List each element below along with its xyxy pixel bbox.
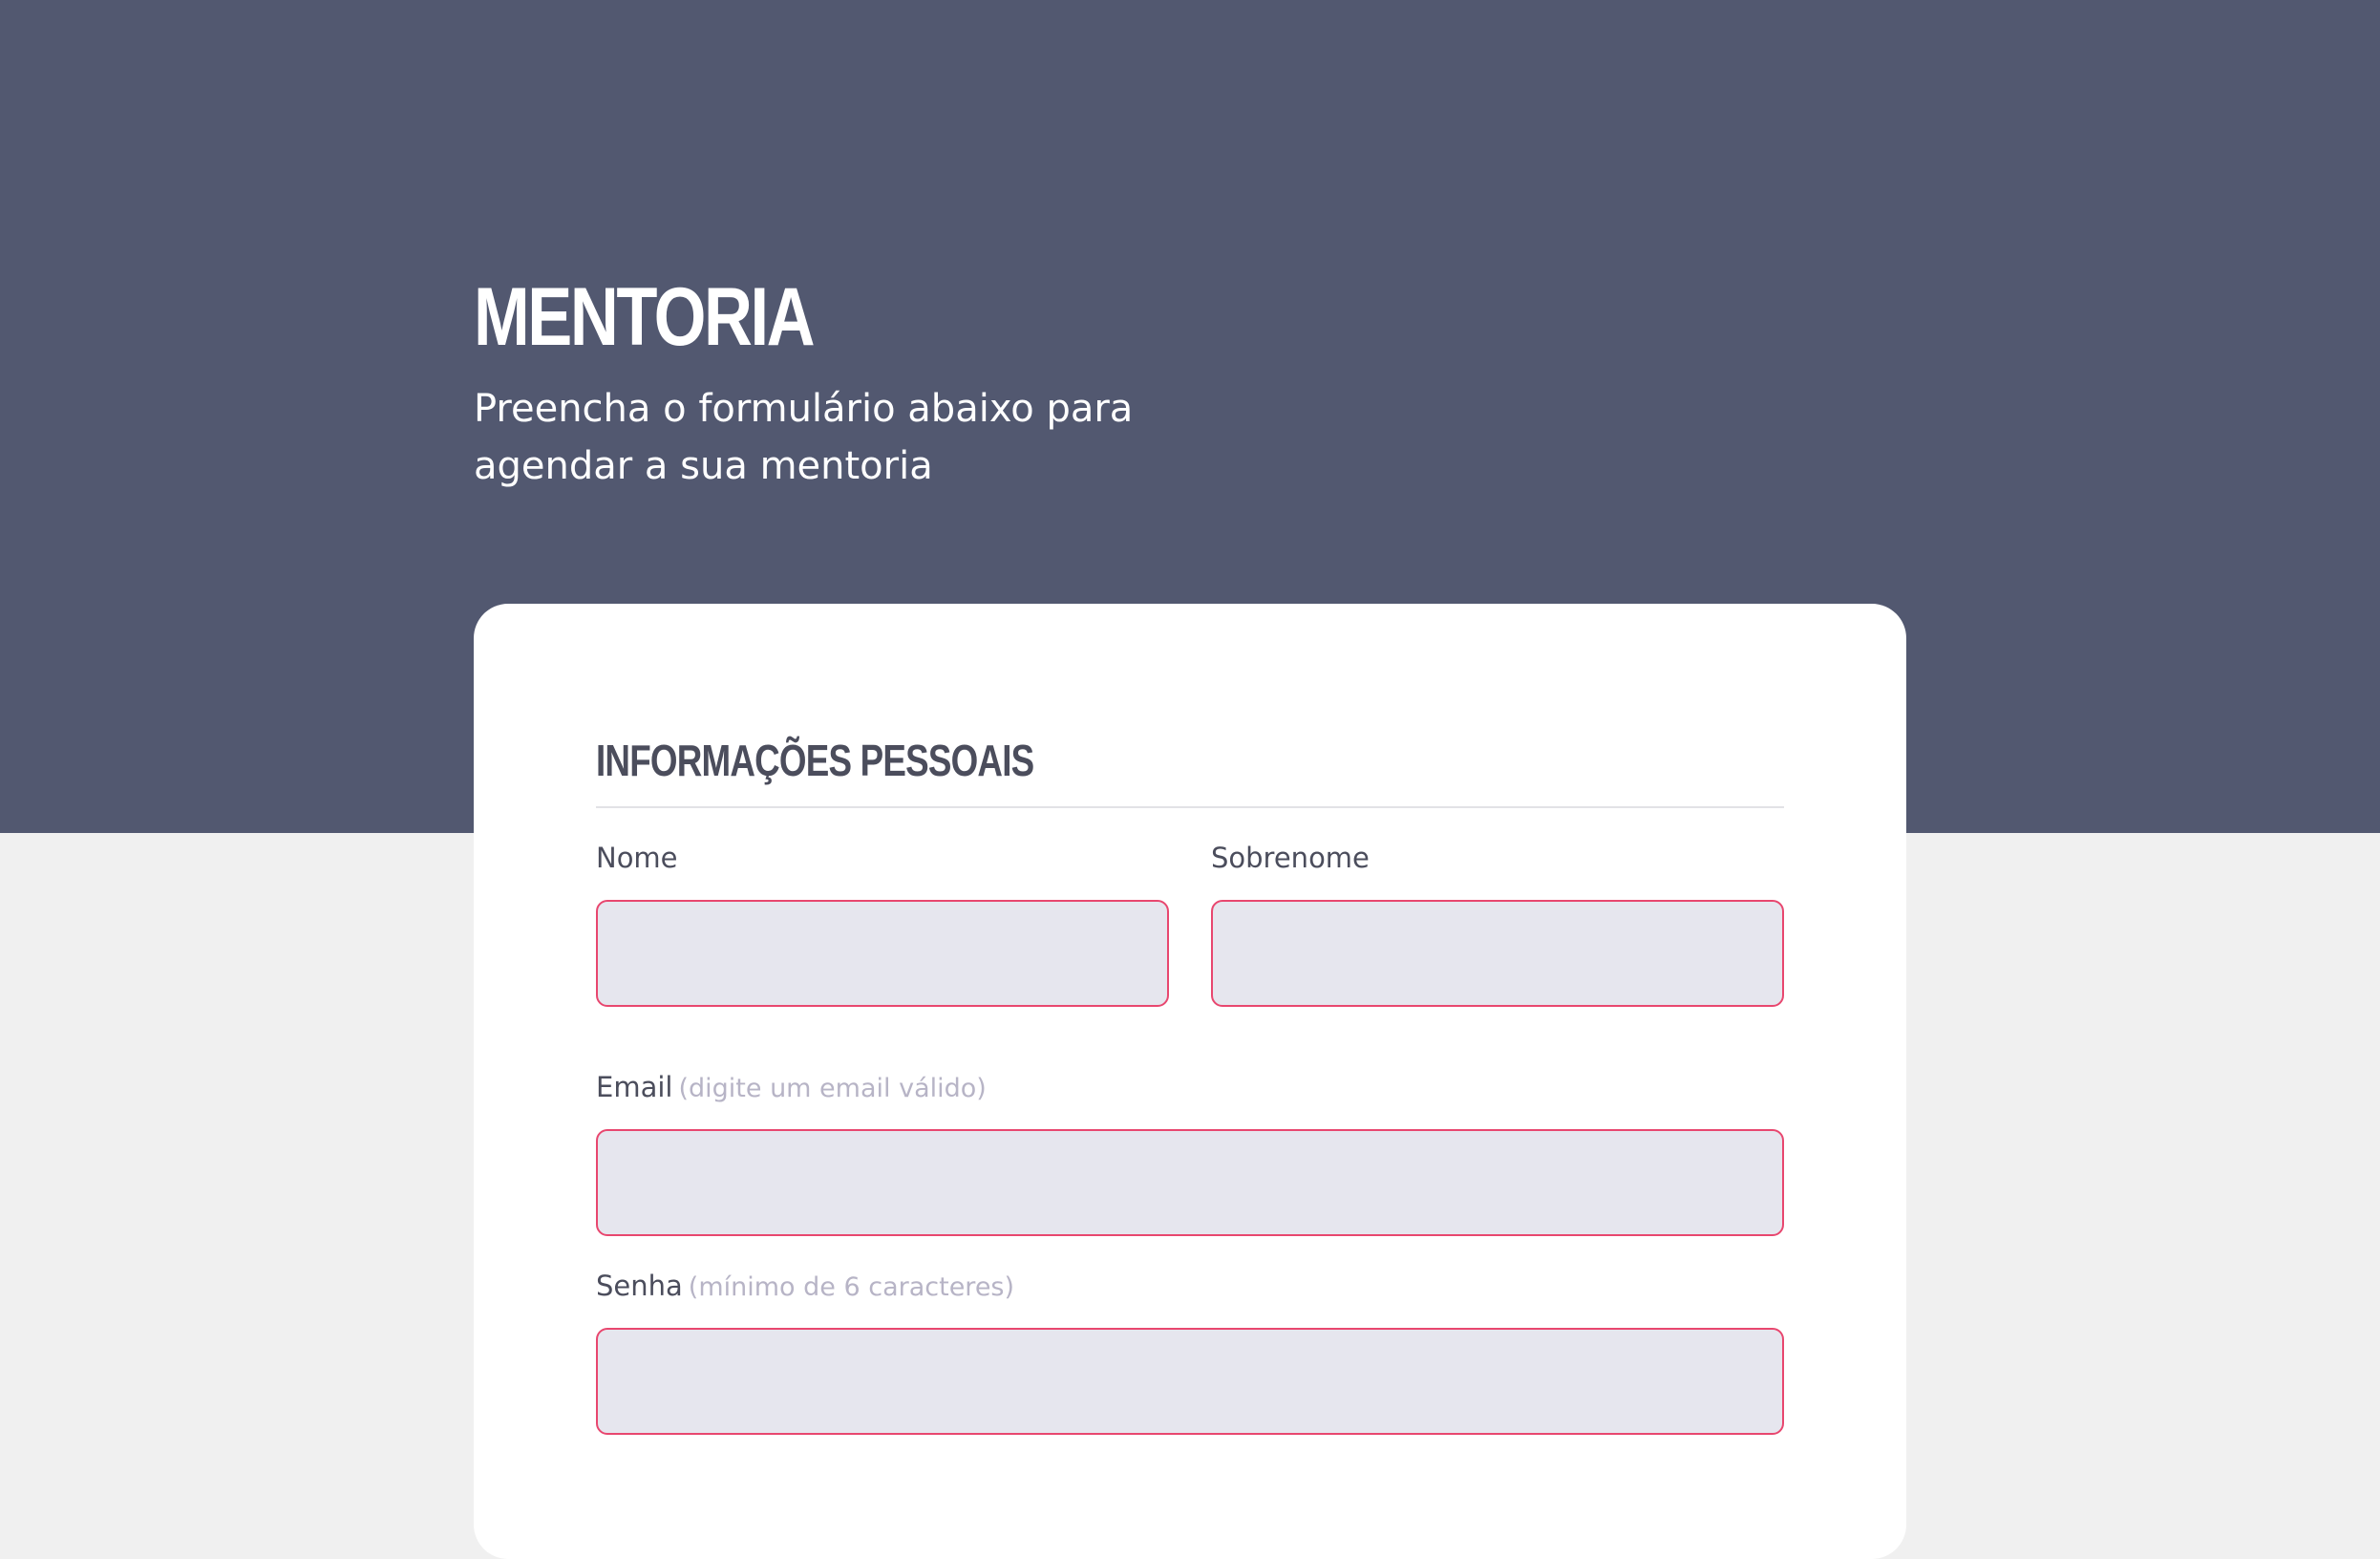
first-name-input[interactable] (596, 900, 1169, 1007)
password-hint: (mínimo de 6 caracteres) (688, 1272, 1015, 1302)
mentoria-form-card: INFORMAÇÕES PESSOAIS Nome Sobrenome Emai… (474, 604, 1906, 1559)
last-name-input[interactable] (1211, 900, 1784, 1007)
email-hint: (digite um email válido) (678, 1074, 987, 1103)
email-input[interactable] (596, 1129, 1784, 1236)
last-name-label: Sobrenome (1211, 839, 1370, 877)
password-label: Senha (mínimo de 6 caracteres) (596, 1267, 1014, 1307)
email-label-text: Email (596, 1071, 673, 1103)
section-title-personal-info: INFORMAÇÕES PESSOAIS (596, 736, 1034, 785)
section-divider (596, 806, 1784, 808)
first-name-label: Nome (596, 839, 678, 877)
password-label-text: Senha (596, 1270, 683, 1302)
password-input[interactable] (596, 1328, 1784, 1435)
first-name-label-text: Nome (596, 842, 678, 874)
page-subtitle: Preencha o formulário abaixo para agenda… (474, 387, 1134, 488)
last-name-label-text: Sobrenome (1211, 842, 1370, 874)
page-title: MENTORIA (474, 271, 816, 363)
email-label: Email (digite um email válido) (596, 1068, 987, 1108)
